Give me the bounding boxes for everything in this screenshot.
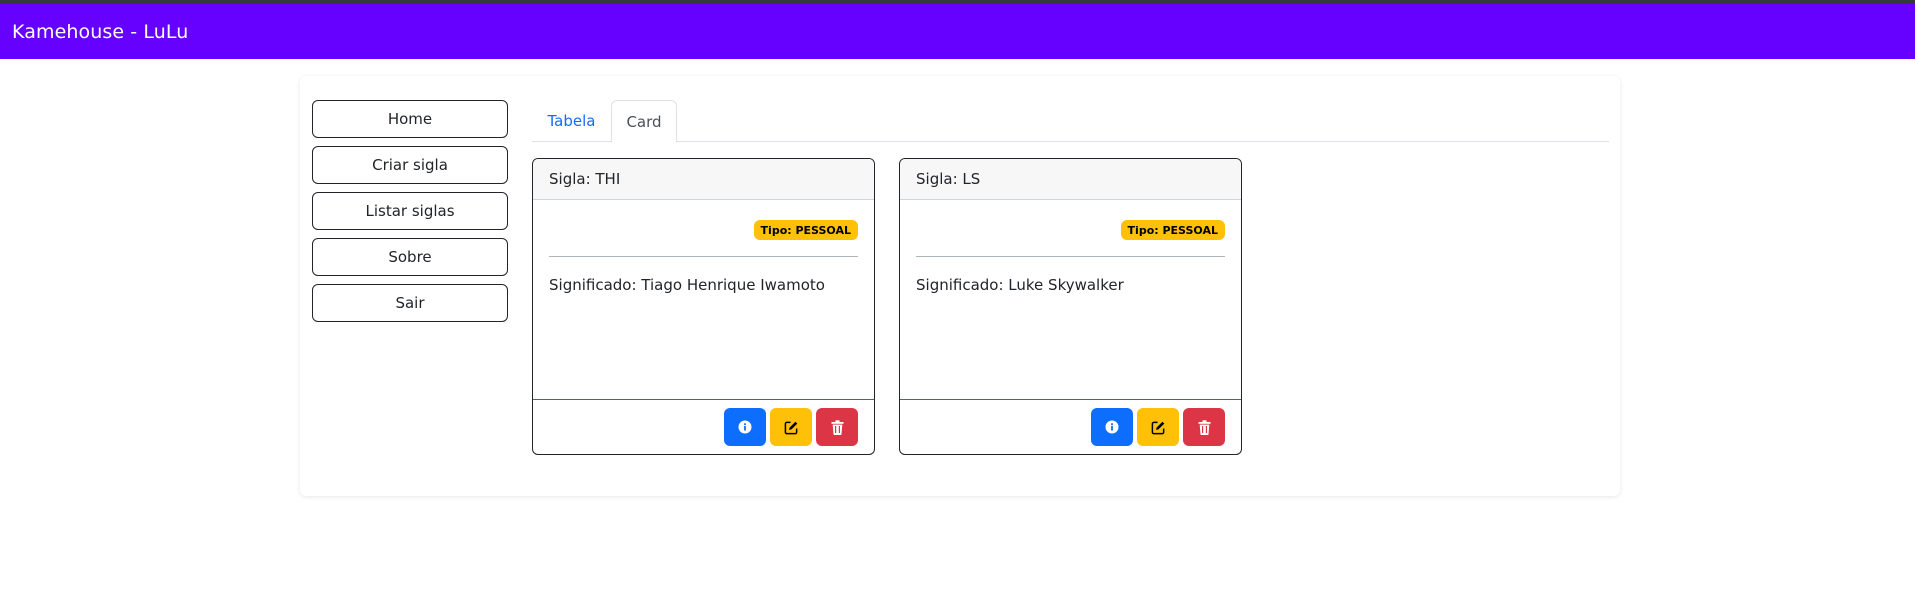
type-badge: Tipo: PESSOAL — [753, 220, 858, 240]
sigla-card: Sigla: LS Tipo: PESSOAL Significado: Luk… — [899, 158, 1242, 455]
sidebar-item-sair[interactable]: Sair — [312, 284, 508, 322]
sidebar-item-sobre[interactable]: Sobre — [312, 238, 508, 276]
type-badge: Tipo: PESSOAL — [1120, 220, 1225, 240]
delete-button[interactable] — [816, 408, 858, 446]
edit-button[interactable] — [770, 408, 812, 446]
info-button[interactable] — [724, 408, 766, 446]
view-tabs: Tabela Card — [532, 100, 1609, 143]
sidebar-item-home[interactable]: Home — [312, 100, 508, 138]
trash-icon — [831, 419, 843, 435]
sidebar-item-criar-sigla[interactable]: Criar sigla — [312, 146, 508, 184]
card-header: Sigla: THI — [533, 159, 874, 200]
info-button[interactable] — [1091, 408, 1133, 446]
sidebar-menu: Home Criar sigla Listar siglas Sobre Sai… — [312, 100, 508, 330]
tab-card[interactable]: Card — [611, 100, 677, 143]
sidebar-item-listar-siglas[interactable]: Listar siglas — [312, 192, 508, 230]
edit-button[interactable] — [1137, 408, 1179, 446]
sigla-card: Sigla: THI Tipo: PESSOAL Significado: Ti… — [532, 158, 875, 455]
navbar-brand[interactable]: Kamehouse - LuLu — [12, 21, 188, 43]
tab-tabela[interactable]: Tabela — [532, 100, 611, 142]
edit-icon — [784, 421, 797, 434]
edit-icon — [1151, 421, 1164, 434]
card-divider — [916, 256, 1225, 257]
navbar: Kamehouse - LuLu — [0, 4, 1915, 59]
card-title: Sigla: LS — [916, 170, 981, 188]
card-header: Sigla: LS — [900, 159, 1241, 200]
card-meaning: Significado: Tiago Henrique Iwamoto — [549, 276, 825, 294]
card-divider — [549, 256, 858, 257]
trash-icon — [1198, 419, 1210, 435]
card-body: Tipo: PESSOAL Significado: Luke Skywalke… — [900, 200, 1241, 400]
card-footer — [533, 399, 874, 454]
delete-button[interactable] — [1183, 408, 1225, 446]
info-icon — [1105, 420, 1119, 434]
info-icon — [738, 420, 752, 434]
card-title: Sigla: THI — [549, 170, 621, 188]
card-body: Tipo: PESSOAL Significado: Tiago Henriqu… — [533, 200, 874, 400]
card-meaning: Significado: Luke Skywalker — [916, 276, 1124, 294]
card-footer — [900, 399, 1241, 454]
